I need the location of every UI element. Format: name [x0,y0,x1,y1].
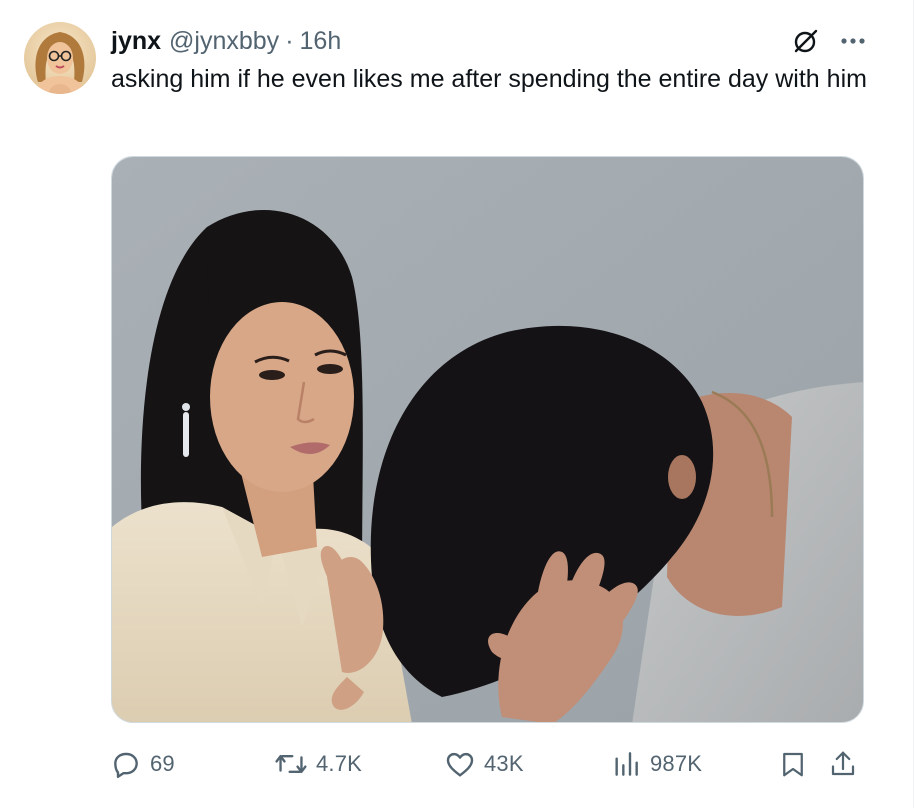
views-count: 987K [650,751,703,776]
more-icon [841,38,865,44]
avatar-image [24,22,96,94]
tweet-header: jynx @jynxbby · 16h [111,24,873,58]
media-photo [112,157,863,722]
repost-count: 4.7K [316,751,363,776]
repost-button[interactable]: 4.7K [274,744,362,784]
views-button[interactable]: 987K [610,744,702,784]
user-handle[interactable]: @jynxbby [169,25,279,57]
display-name[interactable]: jynx [111,25,161,57]
like-count: 43K [484,751,524,776]
share-button[interactable] [828,744,866,784]
tweet-text: asking him if he even likes me after spe… [111,65,867,93]
reply-button[interactable]: 69 [110,744,175,784]
action-bar: 69 4.7K 43K 987K [110,744,866,784]
share-icon [831,751,855,776]
separator-dot: · [285,27,294,55]
more-button[interactable] [833,26,873,56]
tweet-media[interactable] [111,156,864,723]
views-icon [615,752,638,776]
repost-icon [275,754,307,774]
reply-count: 69 [150,751,175,776]
heart-icon [446,752,474,777]
bookmark-button[interactable] [778,744,816,784]
grok-icon [794,29,818,53]
avatar[interactable] [24,22,96,94]
tweet[interactable]: jynx @jynxbby · 16h asking him if he eve… [0,0,914,808]
like-button[interactable]: 43K [444,744,524,784]
bookmark-icon [783,752,803,777]
reply-icon [114,752,138,778]
grok-button[interactable] [791,26,821,56]
timestamp[interactable]: 16h [300,25,342,57]
